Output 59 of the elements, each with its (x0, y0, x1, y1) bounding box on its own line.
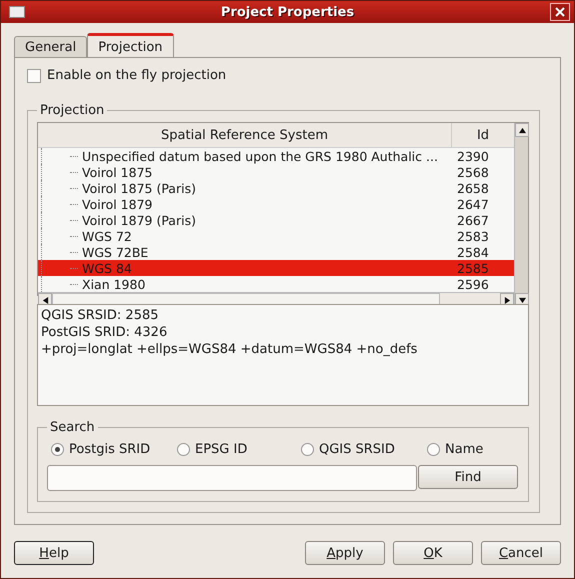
table-cell-text: 2390 (456, 148, 490, 164)
table-row[interactable]: Unspecified datum based upon the GRS 1980 Authalic ... 2390 (38, 148, 514, 164)
down-arrow-icon[interactable] (518, 296, 526, 304)
table-cell-text: Unspecified datum based upon the GRS 1980 Authalic ... (82, 148, 439, 164)
group-title: Projection (39, 103, 106, 118)
table-cell-text: Voirol 1875 (82, 164, 154, 180)
radio-label: Name (445, 442, 484, 457)
radio-button[interactable] (177, 443, 190, 456)
window-title: Project Properties (220, 4, 356, 20)
column-header[interactable]: Spatial Reference System (38, 123, 451, 147)
help-button[interactable]: Help (14, 541, 94, 565)
table-cell-text: Voirol 1879 (82, 196, 154, 212)
table-cell-text: WGS 72 (82, 228, 133, 244)
up-arrow-icon[interactable] (518, 126, 526, 134)
radio-label: Postgis SRID (69, 442, 150, 457)
radio-button[interactable] (427, 443, 440, 456)
close-button[interactable] (550, 3, 570, 21)
dialog-button[interactable]: Apply (305, 541, 385, 565)
tab[interactable]: General (14, 36, 88, 58)
scroll-button[interactable] (515, 123, 529, 137)
table-cell-text: 2585 (456, 260, 490, 276)
vertical-scrollbar[interactable] (514, 123, 528, 307)
table-cell-text: 2596 (456, 276, 490, 292)
table-cell-text: 2667 (456, 212, 490, 228)
find-button[interactable]: Find (418, 465, 518, 489)
info-line: QGIS SRSID: 2585 (41, 307, 160, 324)
radio-label: EPSG ID (195, 442, 248, 457)
window-icon (9, 6, 25, 18)
table-row[interactable]: WGS 72 2583 (38, 228, 514, 244)
close-icon[interactable] (555, 7, 565, 17)
table-row[interactable]: WGS 84 2585 (38, 260, 514, 276)
checkbox-label: Enable on the fly projection (47, 68, 226, 83)
table-cell-text: WGS 72BE (82, 244, 150, 260)
table-row[interactable]: Voirol 1875 (Paris) 2658 (38, 180, 514, 196)
right-arrow-icon[interactable] (504, 296, 510, 304)
info-line: PostGIS SRID: 4326 (41, 324, 168, 341)
info-line: +proj=longlat +ellps=WGS84 +datum=WGS84 +no_defs (41, 341, 418, 358)
table-cell-text: Voirol 1879 (Paris) (82, 212, 197, 228)
checkbox[interactable] (27, 68, 41, 82)
table-cell-text: 2658 (456, 180, 490, 196)
dialog-button[interactable]: OK (393, 541, 473, 565)
group-title: Search (49, 420, 96, 435)
table-row[interactable]: Voirol 1879 (Paris) 2667 (38, 212, 514, 228)
table-cell-text: Voirol 1875 (Paris) (82, 180, 197, 196)
search-field[interactable] (47, 465, 417, 491)
dialog-button[interactable]: Cancel (481, 541, 561, 565)
left-arrow-icon[interactable] (42, 296, 48, 304)
table-cell-text: 2584 (456, 244, 490, 260)
table-row[interactable]: Voirol 1875 2568 (38, 164, 514, 180)
radio-button[interactable] (51, 443, 64, 456)
table-cell-text: WGS 84 (82, 260, 133, 276)
radio-button[interactable] (301, 443, 314, 456)
table-cell-text: 2647 (456, 196, 490, 212)
radio-label: QGIS SRSID (319, 442, 395, 457)
table-cell-text: Xian 1980 (82, 276, 146, 292)
tab[interactable]: Projection (87, 33, 174, 58)
table-row[interactable]: Voirol 1879 2647 (38, 196, 514, 212)
table-cell-text: 2568 (456, 164, 490, 180)
table-cell-text: 2583 (456, 228, 490, 244)
